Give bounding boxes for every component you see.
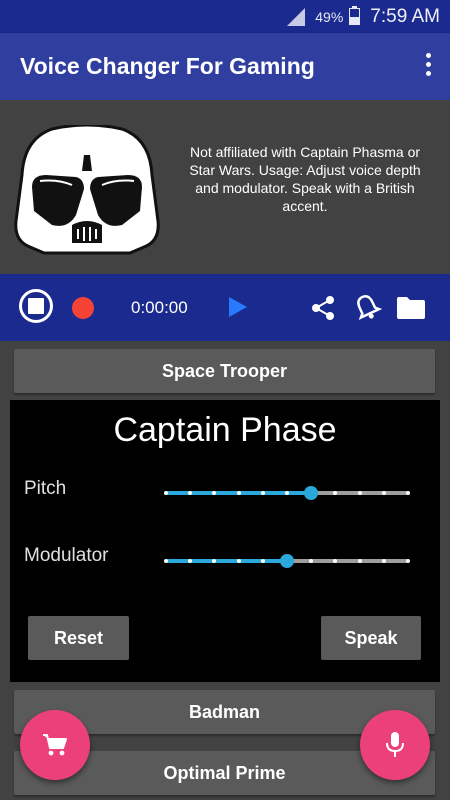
- voice-title: Captain Phase: [113, 411, 337, 449]
- record-button[interactable]: [72, 297, 94, 319]
- trooper-helmet-image: [14, 125, 160, 255]
- pitch-label: Pitch: [24, 478, 67, 499]
- slider-thumb[interactable]: [280, 554, 294, 568]
- signal-icon: [287, 7, 306, 26]
- folder-icon[interactable]: [396, 296, 426, 320]
- disclaimer-text: Not affiliated with Captain Phasma or St…: [189, 144, 421, 214]
- slider-fill: [166, 559, 287, 563]
- slider-tick: [406, 491, 410, 495]
- modulator-label: Modulator: [24, 545, 109, 566]
- slider-tick: [406, 559, 410, 563]
- voice-space-trooper-button[interactable]: Space Trooper: [14, 349, 435, 393]
- play-button[interactable]: [229, 297, 247, 317]
- battery-percent: 49%: [315, 8, 344, 25]
- reset-button[interactable]: Reset: [28, 616, 129, 660]
- slider-tick: [260, 559, 265, 563]
- modulator-slider[interactable]: [164, 551, 410, 571]
- speak-button[interactable]: Speak: [321, 616, 421, 660]
- slider-tick: [260, 491, 265, 495]
- app-title: Voice Changer For Gaming: [20, 53, 315, 79]
- ringtone-bell-icon[interactable]: [352, 292, 382, 322]
- slider-thumb[interactable]: [304, 486, 319, 500]
- slider-tick: [236, 559, 241, 563]
- shop-fab-button[interactable]: [20, 710, 90, 780]
- battery-icon: [349, 6, 361, 25]
- slider-tick: [236, 491, 241, 495]
- playback-timer: 0:00:00: [131, 298, 188, 317]
- slider-tick: [381, 559, 386, 563]
- clock: 7:59 AM: [370, 5, 440, 27]
- microphone-icon: [386, 732, 404, 757]
- slider-tick: [164, 491, 168, 495]
- slider-tick: [285, 491, 289, 495]
- slider-tick: [381, 491, 386, 495]
- share-icon[interactable]: [310, 295, 336, 321]
- player-bar: [0, 274, 450, 341]
- pitch-slider[interactable]: [164, 483, 410, 503]
- slider-tick: [164, 559, 168, 563]
- shopping-cart-icon: [43, 734, 67, 756]
- app-bar: Voice Changer For Gaming: [0, 33, 450, 100]
- more-options-icon[interactable]: [424, 53, 432, 79]
- microphone-fab-button[interactable]: [360, 710, 430, 780]
- status-bar: 49% 7:59 AM: [0, 0, 450, 33]
- slider-tick: [357, 559, 362, 563]
- slider-tick: [357, 491, 362, 495]
- stop-button[interactable]: [19, 289, 53, 323]
